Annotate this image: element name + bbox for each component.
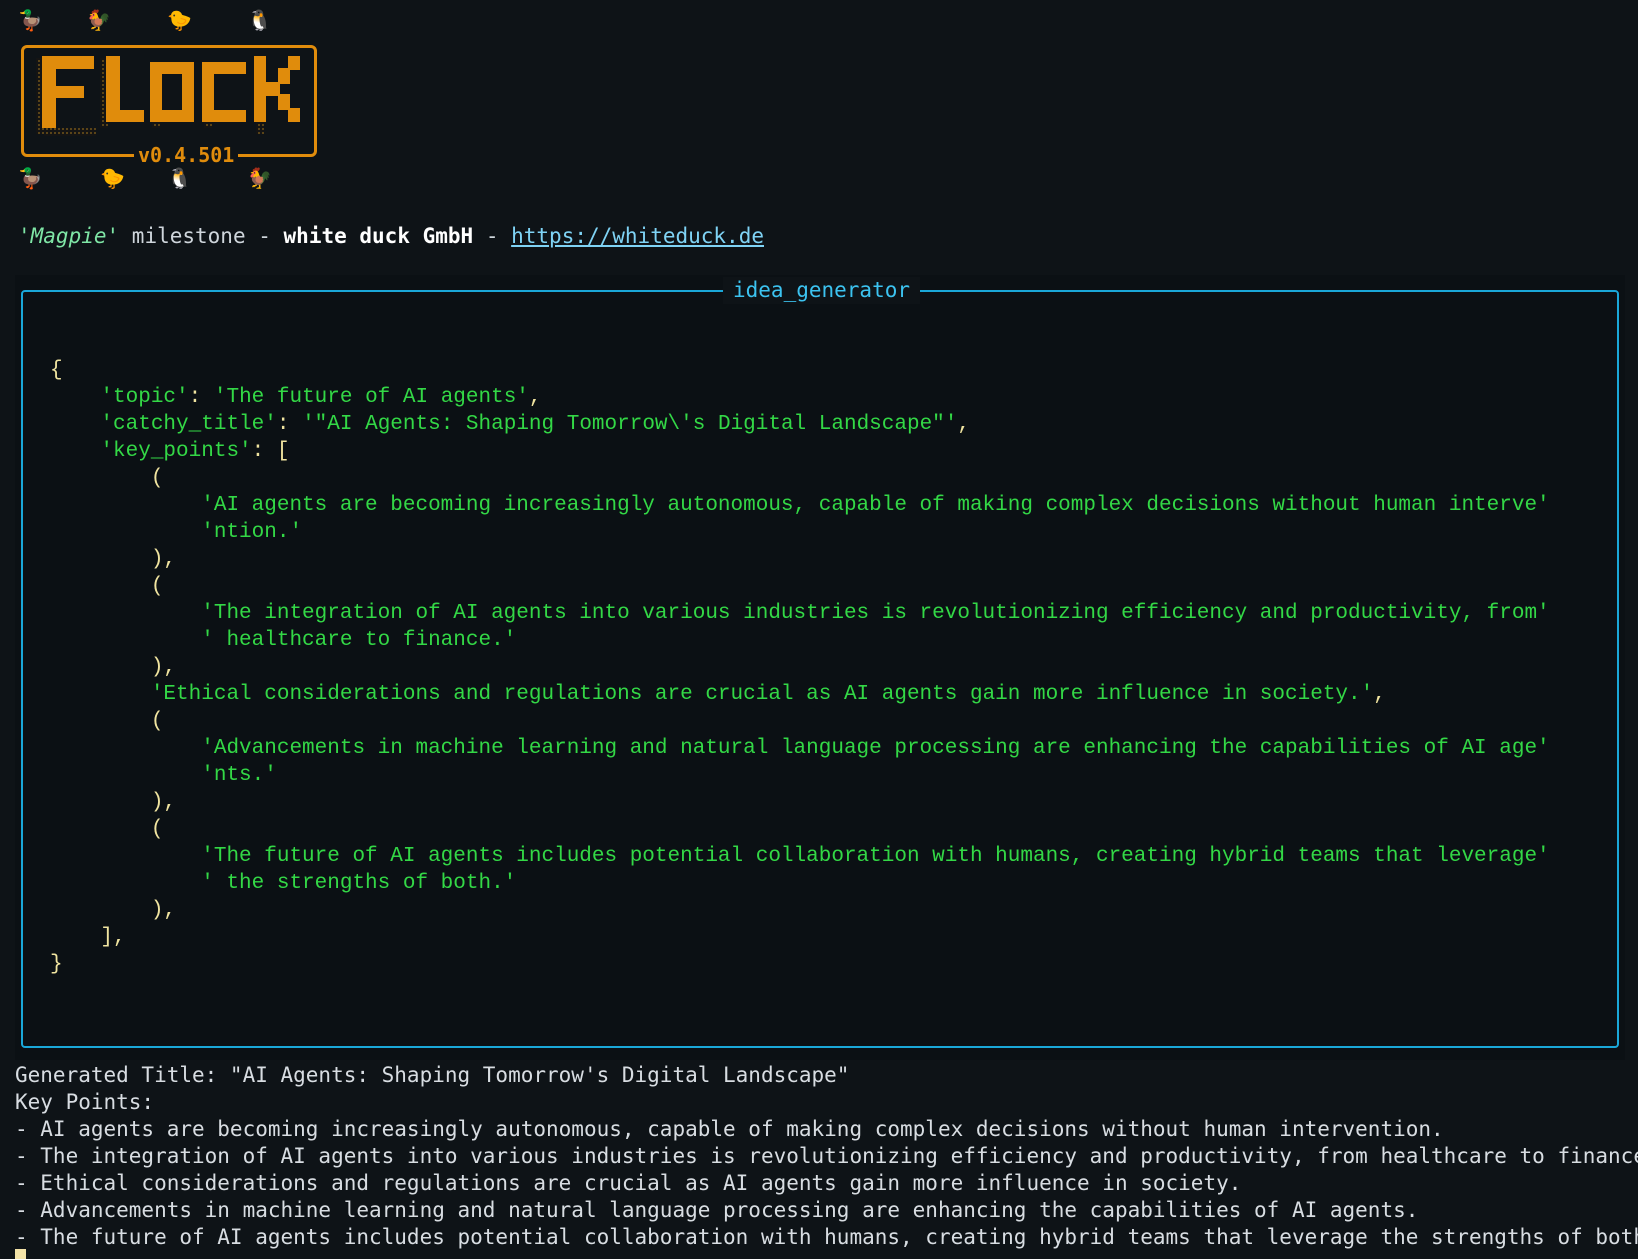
output-line: - The integration of AI agents into vari… (15, 1144, 1638, 1168)
chick-icon: 🐤 (167, 8, 192, 32)
output-line: Generated Title: "AI Agents: Shaping Tom… (15, 1063, 850, 1087)
tagline-separator: - (473, 224, 512, 248)
duck-icon: 🦆 (18, 8, 43, 32)
duck-icon: 🦆 (18, 166, 43, 190)
output-line: - Advancements in machine learning and n… (15, 1198, 1419, 1222)
code-punct: ), (50, 656, 177, 679)
code-line: 'Advancements in machine learning and na… (50, 735, 1550, 762)
rooster-icon: 🐓 (86, 8, 111, 32)
code-line: ], (50, 924, 1550, 951)
code-string: 'nts.' (201, 764, 277, 787)
code-punct: { (50, 359, 63, 382)
code-key: 'topic' (100, 386, 189, 409)
code-string: 'Advancements in machine learning and na… (201, 737, 1550, 760)
tagline: 'Magpie' milestone - white duck GmbH - h… (18, 223, 764, 249)
code-punct (50, 629, 201, 652)
code-string: 'Ethical considerations and regulations … (150, 683, 1374, 706)
code-punct: ( (50, 467, 164, 490)
code-punct: : (188, 386, 214, 409)
code-line: 'The integration of AI agents into vario… (50, 600, 1550, 627)
code-punct: } (50, 953, 63, 976)
code-line: ), (50, 897, 1550, 924)
code-punct: ( (50, 818, 164, 841)
penguin-icon: 🐧 (247, 8, 272, 32)
code-punct (50, 602, 201, 625)
code-string: ' the strengths of both.' (201, 872, 517, 895)
code-string: ' healthcare to finance.' (201, 629, 517, 652)
code-punct: ), (50, 899, 177, 922)
code-punct: ), (50, 548, 177, 571)
code-punct: , (528, 386, 542, 409)
version-label: v0.4.501 (134, 144, 239, 166)
code-string: 'ntion.' (201, 521, 303, 544)
code-punct: , (1373, 683, 1386, 706)
code-line: } (50, 951, 1550, 978)
code-string: 'The future of AI agents' (213, 386, 529, 409)
code-line: 'key_points': [ (50, 438, 1550, 465)
code-line: ( (50, 816, 1550, 843)
code-punct (50, 440, 100, 463)
code-string: 'AI agents are becoming increasingly aut… (201, 494, 1550, 517)
website-link[interactable]: https://whiteduck.de (511, 224, 764, 248)
code-punct: ], (50, 926, 126, 949)
code-line: ), (50, 789, 1550, 816)
penguin-icon: 🐧 (167, 166, 192, 190)
code-punct (50, 494, 201, 517)
milestone-suffix: milestone - (119, 224, 284, 248)
output-line: Key Points: (15, 1090, 155, 1114)
code-key: 'catchy_title' (100, 413, 277, 436)
code-punct: ), (50, 791, 177, 814)
terminal-window: 🦆 🐓 🐤 🐧 v0.4.501 🦆 🐤 🐧 🐓 'Magpie' milest… (0, 0, 1638, 1259)
company-name: white duck GmbH (283, 224, 474, 248)
output-line: - The future of AI agents includes poten… (15, 1225, 1638, 1249)
code-string: 'The integration of AI agents into vario… (201, 602, 1550, 625)
code-line: { (50, 357, 1550, 384)
code-punct (50, 386, 100, 409)
code-punct (50, 737, 201, 760)
console-output: Generated Title: "AI Agents: Shaping Tom… (15, 1062, 1638, 1251)
code-punct (50, 413, 100, 436)
panel-title: idea_generator (723, 277, 921, 304)
agent-result-code: { 'topic': 'The future of AI agents', 'c… (50, 357, 1550, 978)
code-line: ' the strengths of both.' (50, 870, 1550, 897)
code-key: 'key_points' (100, 440, 252, 463)
code-line: ' healthcare to finance.' (50, 627, 1550, 654)
output-line: - AI agents are becoming increasingly au… (15, 1117, 1444, 1141)
code-punct: : [ (251, 440, 290, 463)
code-punct: , (957, 413, 970, 436)
output-line: - Ethical considerations and regulations… (15, 1171, 1242, 1195)
code-punct (50, 845, 201, 868)
milestone-name: 'Magpie' (18, 224, 120, 248)
code-string: 'The future of AI agents includes potent… (201, 845, 1550, 868)
code-punct (50, 521, 201, 544)
code-line: ), (50, 654, 1550, 681)
code-line: 'AI agents are becoming increasingly aut… (50, 492, 1550, 519)
rooster-icon: 🐓 (247, 166, 272, 190)
code-line: 'nts.' (50, 762, 1550, 789)
code-line: ( (50, 573, 1550, 600)
code-punct (50, 764, 201, 787)
code-line: ( (50, 708, 1550, 735)
code-line: ), (50, 546, 1550, 573)
code-line: 'ntion.' (50, 519, 1550, 546)
code-string: '"AI Agents: Shaping Tomorrow\'s Digital… (302, 413, 958, 436)
code-punct (50, 683, 151, 706)
code-punct: ( (50, 575, 164, 598)
code-punct: : (276, 413, 303, 436)
code-line: 'Ethical considerations and regulations … (50, 681, 1550, 708)
terminal-cursor (15, 1249, 26, 1259)
code-line: 'The future of AI agents includes potent… (50, 843, 1550, 870)
code-line: 'catchy_title': '"AI Agents: Shaping Tom… (50, 411, 1550, 438)
flock-logo (36, 56, 300, 136)
code-punct: ( (50, 710, 164, 733)
code-line: ( (50, 465, 1550, 492)
code-line: 'topic': 'The future of AI agents', (50, 384, 1550, 411)
chick-icon: 🐤 (100, 166, 125, 190)
code-punct (50, 872, 201, 895)
